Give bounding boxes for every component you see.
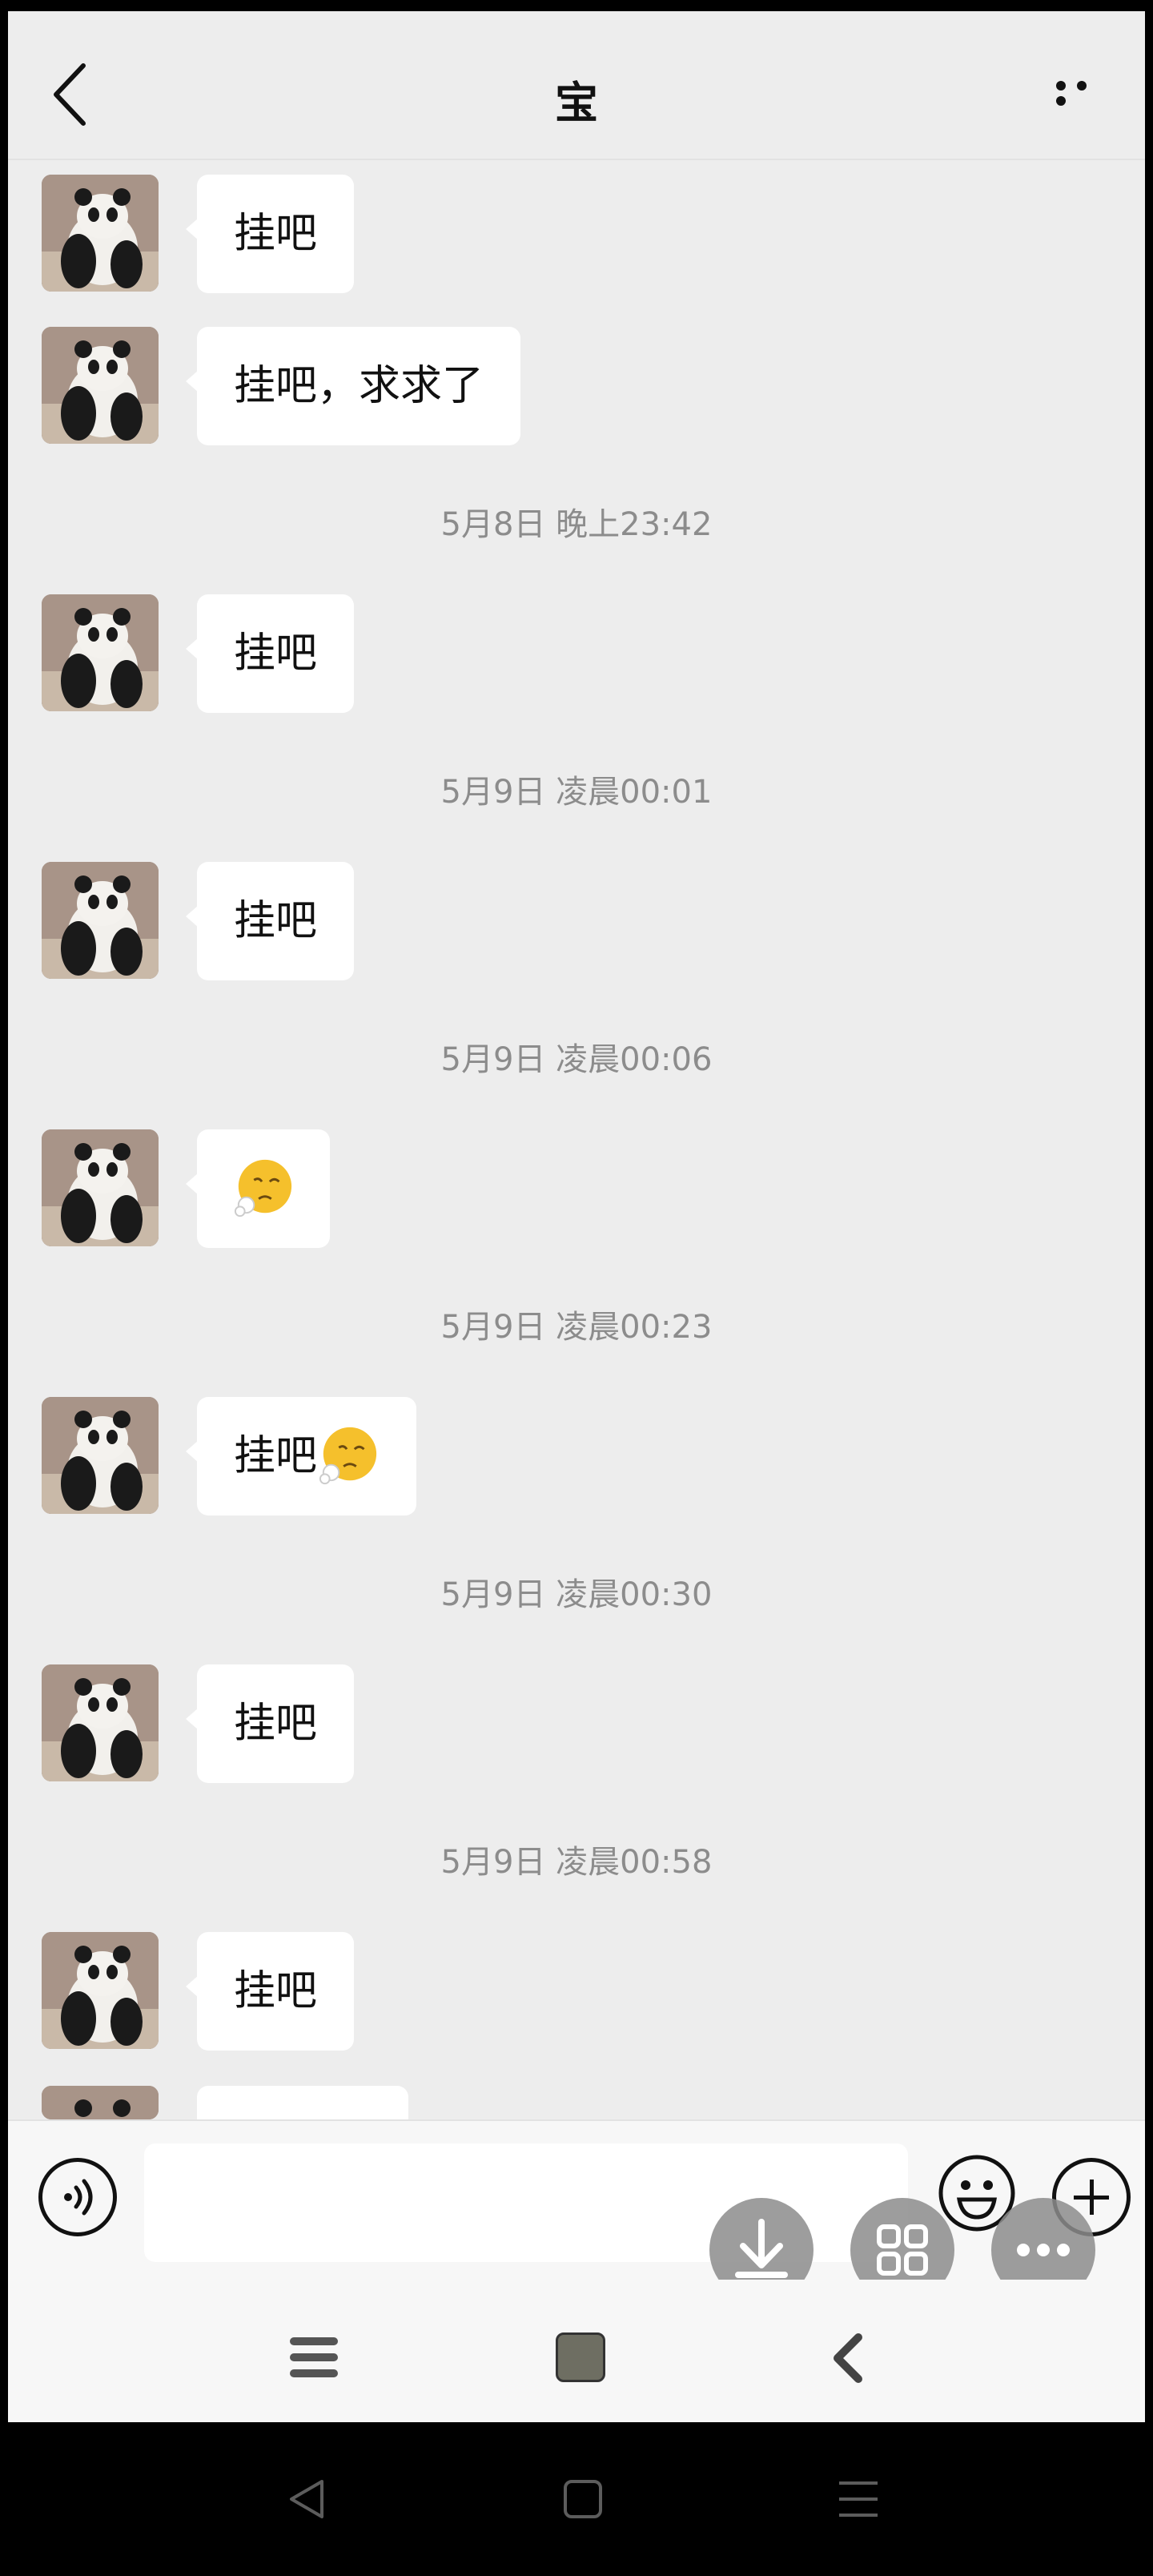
timestamp: 5月9日 凌晨00:23 — [440, 1309, 713, 1346]
panda-avatar-image — [42, 327, 159, 444]
panda-avatar-image — [42, 1129, 159, 1246]
message-bubble[interactable]: 挂吧 — [185, 1932, 355, 2051]
message-text: 挂吧 — [234, 1432, 318, 1480]
message-bubble[interactable]: 挂吧 — [185, 862, 355, 980]
message-text: 挂吧 — [234, 1700, 318, 1748]
menu-icon[interactable] — [288, 2334, 339, 2382]
recents-icon[interactable] — [836, 2478, 881, 2520]
avatar[interactable] — [42, 1397, 159, 1514]
message-text: 挂吧 — [234, 210, 318, 258]
back-chevron-icon[interactable] — [830, 2332, 868, 2384]
avatar[interactable] — [42, 1664, 159, 1781]
message-text: 挂吧 — [234, 897, 318, 945]
message-bubble[interactable]: 挂吧 — [185, 175, 355, 293]
message-bubble[interactable]: 挂吧 — [185, 1664, 355, 1783]
chat-title: 宝 — [555, 78, 598, 128]
message-text: 挂吧 — [234, 1967, 318, 2015]
message-bubble[interactable] — [186, 1129, 330, 1248]
panda-avatar-image — [42, 1664, 159, 1781]
timestamp: 5月9日 凌晨00:06 — [440, 1041, 713, 1078]
chat-input-bar — [8, 2119, 1145, 2281]
message-bubble[interactable]: 挂吧，求求了 — [185, 327, 521, 445]
panda-avatar-image — [42, 1397, 159, 1514]
timestamp: 5月8日 晚上23:42 — [440, 506, 713, 543]
back-triangle-icon[interactable] — [285, 2477, 330, 2522]
timestamp: 5月9日 凌晨00:01 — [440, 774, 713, 811]
avatar[interactable] — [42, 1129, 159, 1246]
message-bubble[interactable] — [197, 2086, 408, 2119]
avatar[interactable] — [42, 327, 159, 444]
message-bubble[interactable]: 挂吧 — [185, 1397, 417, 1515]
message-text: 挂吧，求求了 — [234, 362, 484, 410]
avatar[interactable] — [42, 1932, 159, 2049]
avatar[interactable] — [42, 594, 159, 711]
sigh-emoji-icon — [319, 1427, 377, 1485]
panda-avatar-image — [42, 175, 159, 292]
chat-header: 宝 — [8, 11, 1145, 160]
home-icon[interactable] — [560, 2477, 605, 2522]
home-square-icon[interactable] — [556, 2332, 605, 2382]
timestamp: 5月9日 凌晨00:30 — [440, 1576, 713, 1613]
avatar[interactable] — [42, 175, 159, 292]
panda-avatar-image — [42, 862, 159, 979]
message-text: 挂吧 — [234, 630, 318, 678]
sigh-emoji-icon — [234, 1159, 292, 1218]
panda-avatar-image — [42, 594, 159, 711]
avatar[interactable] — [42, 862, 159, 979]
system-nav-bar — [0, 2422, 1153, 2576]
timestamp: 5月9日 凌晨00:58 — [440, 1844, 713, 1881]
message-bubble[interactable]: 挂吧 — [185, 594, 355, 713]
chat-screen: 宝 挂吧 挂吧，求求了 5月8日 晚上23:42 挂吧 5月9日 凌晨00:01… — [8, 11, 1145, 2422]
panda-avatar-image — [42, 2086, 159, 2119]
avatar[interactable] — [42, 2086, 159, 2119]
app-nav-bar — [8, 2280, 1145, 2422]
more-dots-icon[interactable] — [1051, 78, 1108, 111]
panda-avatar-image — [42, 1932, 159, 2049]
voice-icon[interactable] — [38, 2158, 117, 2236]
